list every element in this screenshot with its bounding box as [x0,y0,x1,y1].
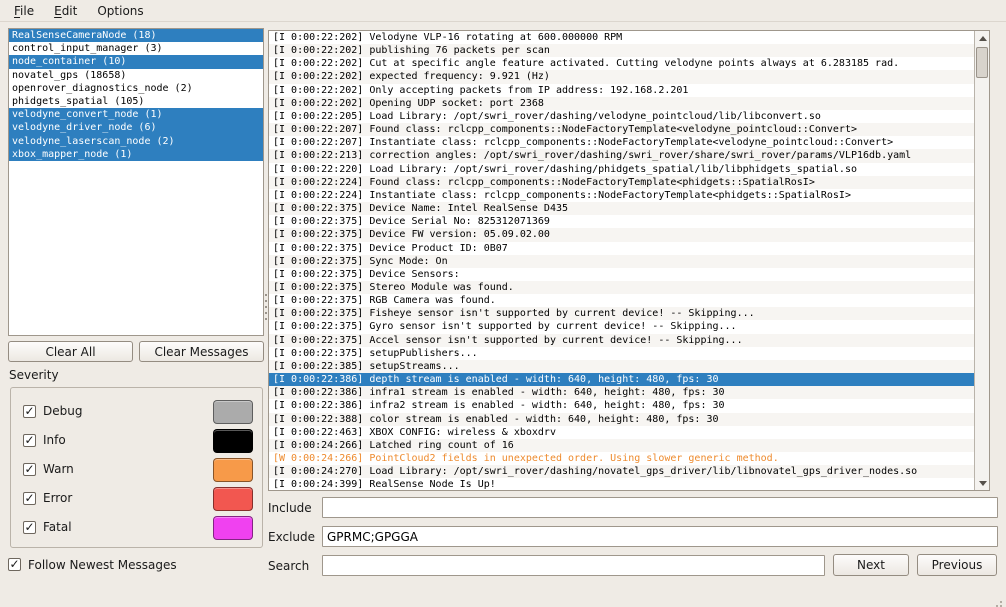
log-row[interactable]: [W 0:00:24:266] PointCloud2 fields in un… [269,452,974,465]
check-icon: ✓ [24,434,34,446]
node-list-item[interactable]: node_container (10) [9,55,263,68]
node-list-item[interactable]: novatel_gps (18658) [9,69,263,82]
log-row[interactable]: [I 0:00:22:375] Device Name: Intel RealS… [269,202,974,215]
log-row[interactable]: [I 0:00:22:375] Device FW version: 05.09… [269,228,974,241]
warn-checkbox[interactable]: ✓ [23,463,36,476]
log-scrollbar[interactable] [974,31,989,490]
arrow-down-icon [979,481,987,486]
node-list[interactable]: RealSenseCameraNode (18)control_input_ma… [8,28,264,336]
fatal-checkbox[interactable]: ✓ [23,521,36,534]
log-row[interactable]: [I 0:00:22:385] setupStreams... [269,360,974,373]
warn-color-swatch[interactable] [213,458,253,482]
log-row[interactable]: [I 0:00:22:375] Fisheye sensor isn't sup… [269,307,974,320]
arrow-up-icon [979,36,987,41]
log-row[interactable]: [I 0:00:22:224] Found class: rclcpp_comp… [269,176,974,189]
log-row[interactable]: [I 0:00:22:202] expected frequency: 9.92… [269,70,974,83]
log-row[interactable]: [I 0:00:22:375] Sync Mode: On [269,255,974,268]
severity-row-warn: ✓ Warn [11,458,262,482]
log-row[interactable]: [I 0:00:22:202] Only accepting packets f… [269,84,974,97]
log-row[interactable]: [I 0:00:22:375] RGB Camera was found. [269,294,974,307]
log-row[interactable]: [I 0:00:22:202] Opening UDP socket: port… [269,97,974,110]
log-row[interactable]: [I 0:00:22:375] Gyro sensor isn't suppor… [269,320,974,333]
log-row[interactable]: [I 0:00:24:270] Load Library: /opt/swri_… [269,465,974,478]
clear-messages-button[interactable]: Clear Messages [139,341,264,362]
node-list-item[interactable]: openrover_diagnostics_node (2) [9,82,263,95]
warn-label: Warn [43,462,74,476]
scroll-up-button[interactable] [975,31,990,45]
log-row[interactable]: [I 0:00:22:375] Device Sensors: [269,268,974,281]
log-row[interactable]: [I 0:00:22:375] Device Product ID: 0B07 [269,242,974,255]
menu-options[interactable]: Options [87,1,153,21]
check-icon: ✓ [24,492,34,504]
severity-label: Severity [9,368,59,382]
next-button[interactable]: Next [833,554,909,576]
node-list-item[interactable]: velodyne_driver_node (6) [9,121,263,134]
log-row[interactable]: [I 0:00:22:207] Found class: rclcpp_comp… [269,123,974,136]
log-row[interactable]: [I 0:00:22:463] XBOX CONFIG: wireless & … [269,426,974,439]
error-label: Error [43,491,72,505]
log-row[interactable]: [I 0:00:22:207] Instantiate class: rclcp… [269,136,974,149]
scroll-down-button[interactable] [975,476,990,490]
log-row[interactable]: [I 0:00:22:375] Accel sensor isn't suppo… [269,334,974,347]
node-list-item[interactable]: RealSenseCameraNode (18) [9,29,263,42]
log-row[interactable]: [I 0:00:22:375] Device Serial No: 825312… [269,215,974,228]
follow-newest-label: Follow Newest Messages [28,558,177,572]
log-row[interactable]: [I 0:00:22:375] Stereo Module was found. [269,281,974,294]
debug-color-swatch[interactable] [213,400,253,424]
node-list-item[interactable]: phidgets_spatial (105) [9,95,263,108]
severity-group: ✓ Debug ✓ Info ✓ Warn ✓ Error ✓ Fatal [10,387,263,548]
scrollbar-thumb[interactable] [976,47,988,78]
log-row[interactable]: [I 0:00:22:220] Load Library: /opt/swri_… [269,163,974,176]
search-input[interactable] [322,555,825,576]
menu-file[interactable]: File [4,1,44,21]
fatal-label: Fatal [43,520,72,534]
error-color-swatch[interactable] [213,487,253,511]
menu-edit[interactable]: Edit [44,1,87,21]
log-row[interactable]: [I 0:00:22:202] Cut at specific angle fe… [269,57,974,70]
splitter-handle[interactable] [265,294,267,296]
severity-row-debug: ✓ Debug [11,400,262,424]
log-row[interactable]: [I 0:00:22:386] depth stream is enabled … [269,373,974,386]
follow-newest-checkbox[interactable]: ✓ [8,558,21,571]
info-checkbox[interactable]: ✓ [23,434,36,447]
menubar: FileEditOptions [0,0,1006,22]
include-label: Include [268,501,312,515]
node-list-item[interactable]: control_input_manager (3) [9,42,263,55]
include-input[interactable] [322,497,998,518]
exclude-label: Exclude [268,530,315,544]
error-checkbox[interactable]: ✓ [23,492,36,505]
node-list-item[interactable]: velodyne_convert_node (1) [9,108,263,121]
debug-label: Debug [43,404,82,418]
check-icon: ✓ [24,463,34,475]
severity-row-error: ✓ Error [11,487,262,511]
severity-row-fatal: ✓ Fatal [11,516,262,540]
log-row[interactable]: [I 0:00:22:224] Instantiate class: rclcp… [269,189,974,202]
log-row[interactable]: [I 0:00:24:399] RealSense Node Is Up! [269,478,974,490]
log-row[interactable]: [I 0:00:22:205] Load Library: /opt/swri_… [269,110,974,123]
clear-all-button[interactable]: Clear All [8,341,133,362]
check-icon: ✓ [9,558,19,570]
info-color-swatch[interactable] [213,429,253,453]
search-label: Search [268,559,309,573]
log-message-list[interactable]: [I 0:00:22:202] Velodyne VLP-16 rotating… [268,30,990,491]
log-row[interactable]: [I 0:00:22:388] color stream is enabled … [269,413,974,426]
severity-row-info: ✓ Info [11,429,262,453]
check-icon: ✓ [24,405,34,417]
node-list-item[interactable]: xbox_mapper_node (1) [9,148,263,161]
check-icon: ✓ [24,521,34,533]
debug-checkbox[interactable]: ✓ [23,405,36,418]
log-row[interactable]: [I 0:00:22:202] Velodyne VLP-16 rotating… [269,31,974,44]
info-label: Info [43,433,66,447]
log-row[interactable]: [I 0:00:22:375] setupPublishers... [269,347,974,360]
log-row[interactable]: [I 0:00:22:386] infra2 stream is enabled… [269,399,974,412]
log-row[interactable]: [I 0:00:22:213] correction angles: /opt/… [269,149,974,162]
previous-button[interactable]: Previous [917,554,997,576]
resize-grip[interactable] [1000,601,1002,603]
log-row[interactable]: [I 0:00:22:202] publishing 76 packets pe… [269,44,974,57]
log-row[interactable]: [I 0:00:24:266] Latched ring count of 16 [269,439,974,452]
fatal-color-swatch[interactable] [213,516,253,540]
node-list-item[interactable]: velodyne_laserscan_node (2) [9,135,263,148]
exclude-input[interactable] [322,526,998,547]
log-row[interactable]: [I 0:00:22:386] infra1 stream is enabled… [269,386,974,399]
